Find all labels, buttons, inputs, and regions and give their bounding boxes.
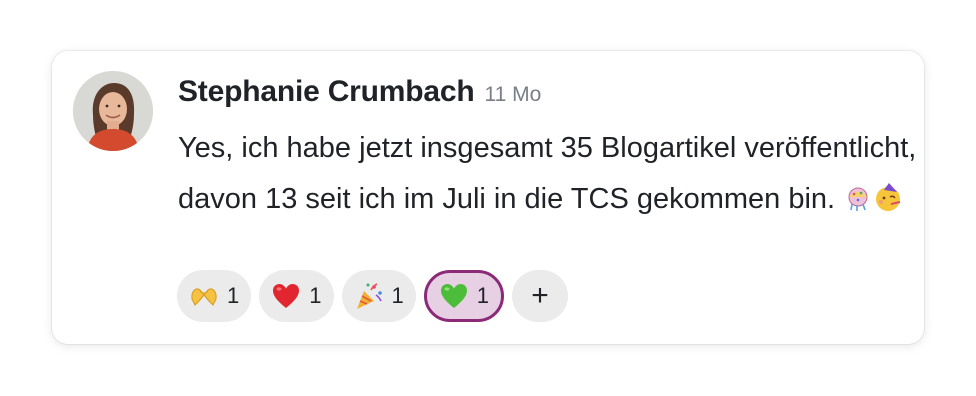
green-heart-icon [440, 284, 467, 308]
reaction-count: 1 [227, 283, 240, 308]
comment-body: Yes, ich habe jetzt insgesamt 35 Blogart… [178, 123, 918, 225]
confetti-ball-icon [848, 187, 868, 211]
reaction-heart-hands[interactable]: 1 [177, 270, 252, 322]
reaction-green-heart[interactable]: 1 [423, 270, 504, 322]
reaction-red-heart[interactable]: 1 [259, 270, 334, 322]
avatar-photo [73, 71, 153, 151]
partying-face-icon [876, 183, 901, 211]
reaction-count: 1 [391, 283, 404, 308]
avatar[interactable] [73, 71, 153, 151]
red-heart-icon [273, 284, 300, 308]
reaction-count: 1 [476, 283, 489, 308]
reactions-bar: 1 1 1 1 + [177, 270, 568, 322]
comment-text: Yes, ich habe jetzt insgesamt 35 Blogart… [178, 132, 917, 215]
reaction-count: 1 [309, 283, 322, 308]
heart-hands-icon [191, 288, 217, 306]
timestamp[interactable]: 11 Mo [484, 83, 541, 107]
reaction-party-popper[interactable]: 1 [341, 270, 416, 322]
author-name[interactable]: Stephanie Crumbach [178, 75, 475, 109]
party-popper-icon [356, 283, 382, 309]
comment-card: Stephanie Crumbach 11 Mo Yes, ich habe j… [52, 51, 924, 344]
add-reaction-button[interactable]: + [512, 270, 568, 322]
plus-icon: + [531, 279, 549, 312]
comment-header: Stephanie Crumbach 11 Mo [178, 75, 541, 109]
